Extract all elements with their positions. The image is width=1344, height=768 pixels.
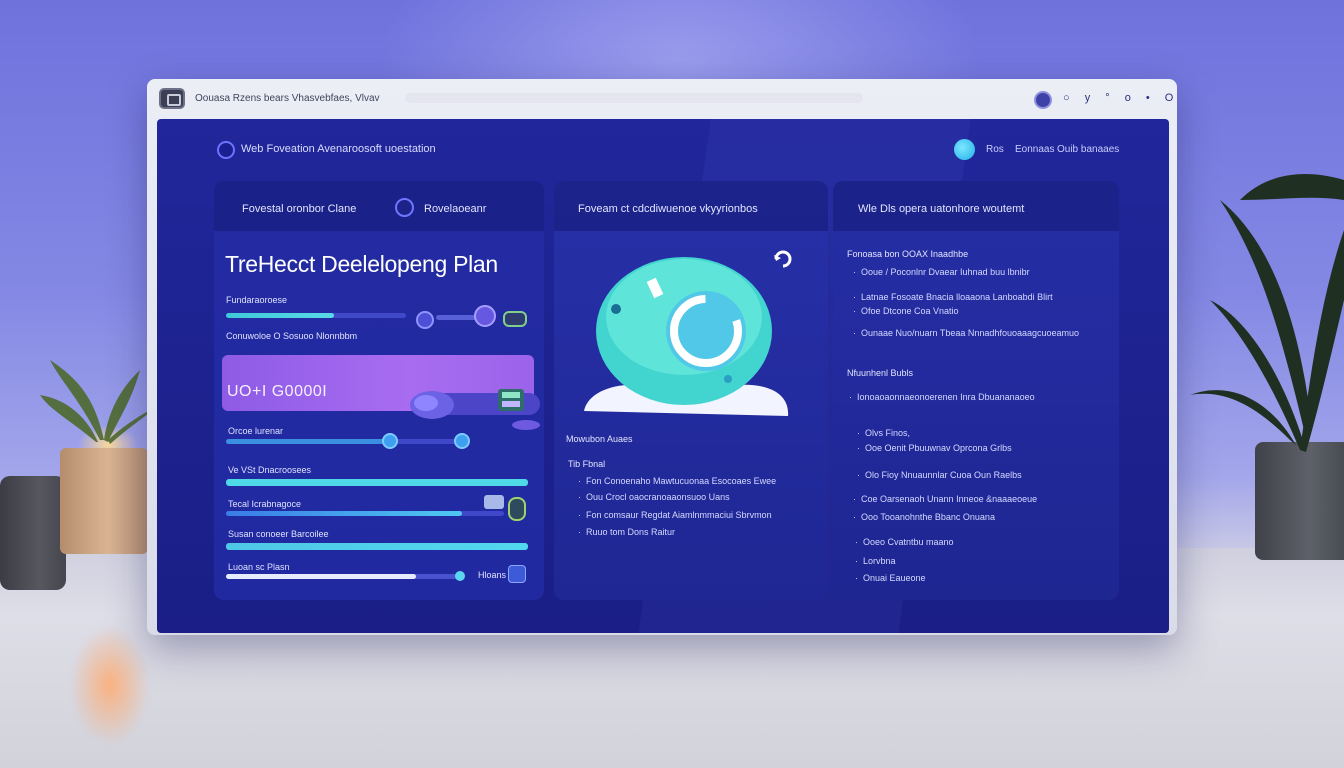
list-item: · Lorvbna — [855, 556, 896, 566]
nav-link-1[interactable]: Ros — [986, 144, 1004, 155]
brand-logo-icon — [217, 141, 235, 159]
list-item: · Latnae Fosoate Bnacia lloaaona Lanboab… — [853, 292, 1053, 302]
slider-label-1: Orcoe lurenar — [228, 426, 284, 436]
slider-knob-5[interactable] — [455, 571, 465, 581]
list-item: · Ooeo Cvatntbu maano — [855, 537, 954, 547]
list-item: · Ofoe Dtcone Coa Vnatio — [853, 306, 959, 316]
slider-track-1[interactable] — [226, 439, 466, 444]
right-section-2: Nfuunhenl Bubls — [847, 368, 914, 378]
slider-label-3: Tecal Icrabnagoce — [228, 499, 302, 509]
nav-link-3[interactable]: Ouib banaaes — [1057, 144, 1119, 155]
plant-pot-left — [60, 448, 148, 554]
app-content: Web Foveation Avenaroosoft uoestation Ro… — [157, 119, 1169, 633]
right-panel-header: Wle Dls opera uatonhore woutemt — [858, 203, 1025, 215]
slider-label-2: Ve VSt Dnacroosees — [228, 465, 312, 475]
address-bar[interactable] — [405, 93, 863, 103]
highlight-value: UO+I G0000I — [227, 383, 328, 400]
slider-fill-5 — [226, 574, 417, 579]
list-item: · Ooe Oenit Pbuuwnav Oprcona Grlbs — [857, 443, 1012, 453]
avatar[interactable] — [1034, 91, 1052, 109]
window-title: Oouasa Rzens bears Vhasvebfaes, Vlvav — [195, 93, 380, 104]
page-title: TreHecct Deelelopeng Plan — [225, 251, 498, 277]
stop-icon[interactable] — [508, 565, 526, 583]
nav-link-2[interactable]: Eonnaas — [1015, 144, 1054, 155]
toolbar-icons[interactable]: ○ y ° o • O — [1063, 92, 1179, 104]
slider-knob-2[interactable] — [474, 305, 496, 327]
slider-label-5: Luoan sc Plasn — [228, 562, 290, 572]
mid-section-2: Tib Fbnal — [568, 459, 606, 469]
chip-icon[interactable] — [484, 495, 504, 509]
toggle-icon[interactable] — [503, 311, 527, 327]
slider-fill-4 — [226, 543, 528, 550]
list-item: · Onuai Eaueone — [855, 573, 926, 583]
toggle-icon-2[interactable] — [508, 497, 526, 521]
slider-knob-4[interactable] — [454, 433, 470, 449]
slider-track-2[interactable] — [226, 479, 528, 486]
title-bar: Oouasa Rzens bears Vhasvebfaes, Vlvav ○ … — [147, 79, 1177, 117]
illustration-panel: Foveam ct cdcdiwuenoe vkyyrionbos Mowubo… — [554, 181, 828, 600]
list-item: · Ooue / Poconlnr Dvaear Iuhnad buu lbni… — [853, 267, 1030, 277]
right-section-1: Fonoasa bon OOAX Inaadhbe — [847, 249, 969, 259]
speaker-decor — [0, 476, 66, 590]
slider-track-5[interactable] — [226, 574, 464, 579]
progress-track-1[interactable] — [226, 313, 406, 318]
list-item: · Ruuo tom Dons Raitur — [578, 527, 676, 537]
mid-section-1: Mowubon Auaes — [566, 434, 633, 444]
brand-name: Web Foveation Avenaroosoft uoestation — [241, 143, 436, 155]
slider-end-label: Hloans — [478, 570, 507, 580]
list-item: · Ooo Tooanohnthe Bbanc Onuana — [853, 512, 995, 522]
list-item: · Fon comsaur Regdat Aiamlnmmaciui Sbrvm… — [578, 510, 772, 520]
slider-knob-1[interactable] — [416, 311, 434, 329]
browser-window: Oouasa Rzens bears Vhasvebfaes, Vlvav ○ … — [147, 79, 1177, 635]
header-circle-icon[interactable] — [395, 198, 414, 217]
list-item: · Olo Fioy Nnuaunnlar Cuoa Oun Raelbs — [857, 470, 1022, 480]
slider-track-4[interactable] — [226, 543, 528, 550]
row-label-1: Fundaraoroese — [226, 295, 288, 305]
list-item: · Coe Oarsenaoh Unann Inneoe &naaaeoeue — [853, 494, 1038, 504]
slider-fill-1 — [226, 439, 390, 444]
progress-fill-1 — [226, 313, 334, 318]
plant-pot-right — [1255, 442, 1344, 560]
list-item: · Olvs Finos, — [857, 428, 911, 438]
mid-panel-header: Foveam ct cdcdiwuenoe vkyyrionbos — [578, 203, 758, 215]
panel-header-label-2[interactable]: Rovelaoeanr — [424, 203, 486, 215]
list-item: · Fon Conoenaho Mawtucuonaa Esocoaes Ewe… — [578, 476, 777, 486]
slider-fill-2 — [226, 479, 528, 486]
details-panel: Wle Dls opera uatonhore woutemt Fonoasa … — [833, 181, 1119, 600]
slider-fill-3 — [226, 511, 463, 516]
slider-track-3[interactable] — [226, 511, 504, 516]
list-item: · Ounaae Nuo/nuarn Tbeaa Nnnadhfouoaaagc… — [853, 328, 1080, 338]
app-icon[interactable] — [159, 88, 185, 109]
list-item: · Ionoaoaonnaeonoerenen Inra Dbuananaoeo — [849, 392, 1035, 402]
profile-dot-icon[interactable] — [954, 139, 975, 160]
list-item: · Ouu Crocl oaocranoaaonsuoo Uans — [578, 492, 730, 502]
cloud-illustration — [584, 257, 789, 416]
lamp-reflection — [70, 625, 150, 745]
plan-panel: Fovestal oronbor Clane Rovelaoeanr TreHe… — [214, 181, 544, 600]
slider-knob-3[interactable] — [382, 433, 398, 449]
slider-label-4: Susan conoeer Barcoilee — [228, 529, 329, 539]
row-label-2: Conuwoloe O Sosuoo Nlonnbbm — [226, 331, 358, 341]
gadget-illustration — [410, 389, 540, 430]
panel-header-label[interactable]: Fovestal oronbor Clane — [242, 203, 356, 215]
